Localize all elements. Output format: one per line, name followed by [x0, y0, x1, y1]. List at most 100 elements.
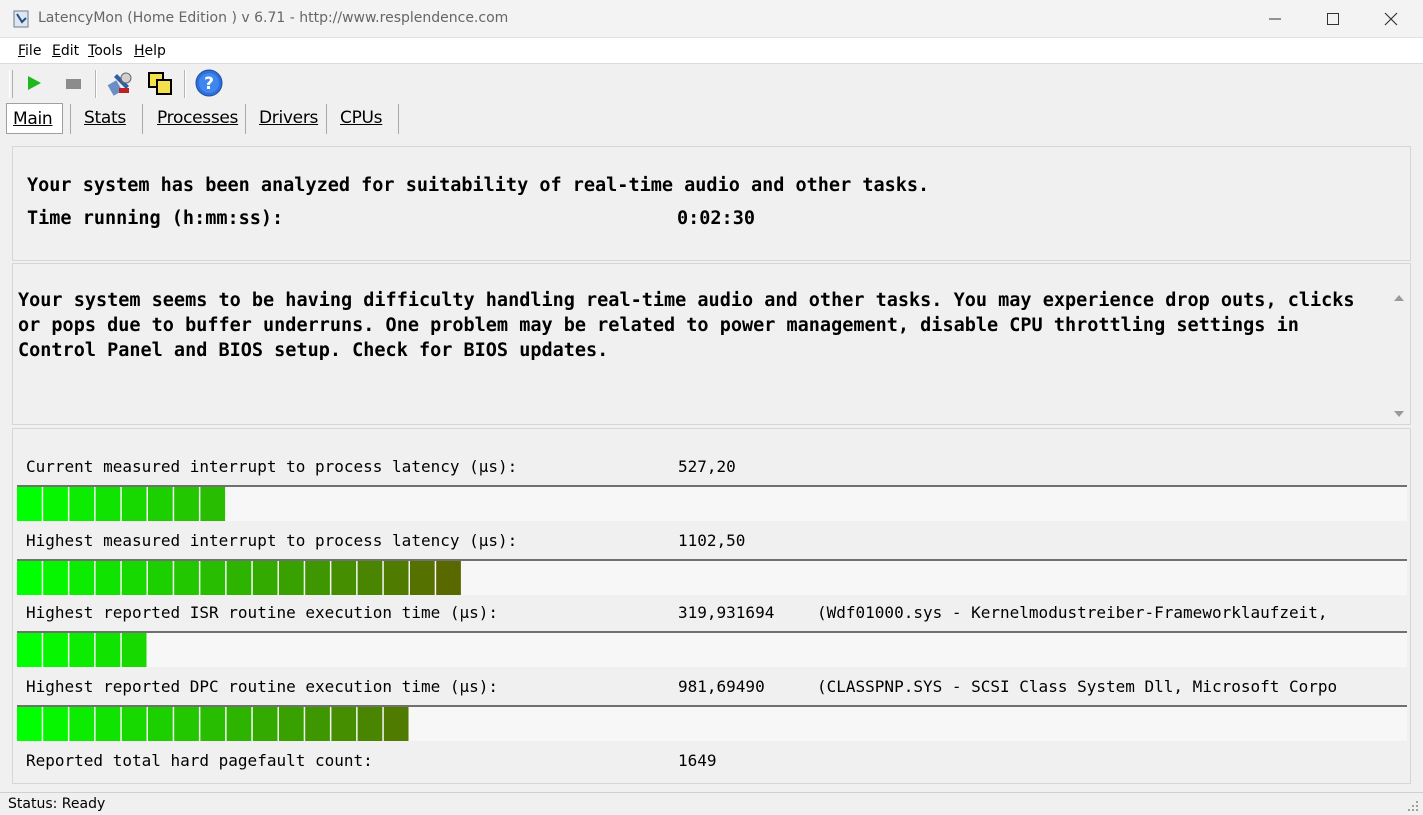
latency-bar	[17, 705, 1407, 741]
stat-value: 1649	[678, 751, 717, 770]
latency-bar-segment	[174, 707, 199, 741]
tab-processes[interactable]: Processes	[157, 102, 238, 134]
tools-icon	[107, 72, 132, 96]
latency-bar-segment	[252, 561, 278, 595]
menu-tools[interactable]: Tools	[88, 43, 123, 59]
latency-bar-segment	[69, 487, 95, 521]
latency-bar-segment	[69, 633, 95, 667]
toolbar-separator	[95, 70, 97, 98]
menu-edit-access: E	[52, 43, 61, 59]
windows-button[interactable]	[146, 68, 176, 98]
help-icon: ?	[195, 69, 223, 97]
latency-bar-segment	[226, 561, 252, 595]
menu-file-access: F	[18, 43, 26, 59]
menu-help-label: elp	[144, 43, 166, 59]
stat-value: 527,20	[678, 457, 736, 476]
latency-bar-segment	[121, 561, 147, 595]
latency-bar-segment	[69, 561, 95, 595]
menu-file-label: ile	[25, 43, 42, 59]
latency-bar-segment	[148, 707, 173, 741]
toolbar: ?	[0, 64, 1423, 102]
start-button[interactable]	[19, 68, 49, 98]
latency-bar-segment	[200, 707, 226, 741]
latency-stats-panel: Current measured interrupt to process la…	[12, 428, 1411, 784]
latency-bar-segment	[279, 707, 304, 741]
maximize-button[interactable]	[1304, 0, 1362, 38]
latency-bar-segment	[331, 707, 357, 741]
tab-drivers[interactable]: Drivers	[259, 102, 318, 134]
latency-bar-segment	[17, 561, 42, 595]
tab-divider	[142, 104, 143, 134]
stat-label: Highest reported ISR routine execution t…	[26, 603, 499, 622]
latency-bar-segment	[43, 561, 68, 595]
latency-bar-segment	[383, 561, 409, 595]
stop-button[interactable]	[58, 68, 88, 98]
menu-edit[interactable]: Edit	[52, 43, 79, 59]
latency-bar-segment	[95, 561, 121, 595]
tab-main[interactable]: Main	[6, 103, 63, 134]
time-running-value: 0:02:30	[677, 208, 755, 229]
latency-bar-segment	[174, 561, 199, 595]
tab-stats[interactable]: Stats	[84, 102, 126, 134]
stat-label: Highest measured interrupt to process la…	[26, 531, 518, 550]
tab-cpus[interactable]: CPUs	[340, 102, 383, 134]
analysis-headline: Your system has been analyzed for suitab…	[27, 175, 930, 196]
latency-bar-segment	[305, 707, 330, 741]
play-icon	[28, 76, 41, 90]
latency-bar-segment	[331, 561, 357, 595]
tab-divider	[398, 104, 399, 134]
tab-bar: Main Stats Processes Drivers CPUs	[0, 102, 1423, 136]
resize-grip-icon[interactable]	[1407, 800, 1419, 812]
maximize-icon	[1327, 13, 1339, 25]
windows-icon	[148, 72, 172, 95]
latency-bar-segment	[200, 487, 226, 521]
close-button[interactable]	[1362, 0, 1420, 38]
tab-divider	[326, 104, 327, 134]
status-bar: Status: Ready	[0, 792, 1423, 815]
stat-label: Reported total hard pagefault count:	[26, 751, 373, 770]
assessment-message: Your system seems to be having difficult…	[18, 290, 1355, 361]
latency-bar	[17, 631, 1407, 667]
latency-bar-segment	[436, 561, 461, 595]
toolbar-grip[interactable]	[9, 70, 13, 98]
latency-bar-segment	[121, 633, 147, 667]
latency-bar-segment	[95, 633, 121, 667]
latency-bar-segment	[200, 561, 226, 595]
latency-bar-segment	[69, 707, 95, 741]
close-icon	[1384, 12, 1398, 26]
tab-divider	[70, 104, 71, 134]
window-title: LatencyMon (Home Edition ) v 6.71 - http…	[38, 10, 509, 26]
stat-value: 981,69490	[678, 677, 765, 696]
latency-bar-segment	[121, 487, 147, 521]
latency-bar-segment	[148, 487, 173, 521]
toolbar-separator	[184, 70, 186, 98]
latency-bar-segment	[148, 561, 173, 595]
stat-label: Current measured interrupt to process la…	[26, 457, 518, 476]
message-scrollbar[interactable]	[1388, 264, 1410, 424]
scroll-arrows-icon	[1394, 295, 1404, 417]
status-text: Status: Ready	[8, 796, 106, 812]
latency-bar-segment	[279, 561, 304, 595]
latency-bar-segment	[17, 487, 42, 521]
latency-bar-segment	[121, 707, 147, 741]
latency-bar-segment	[17, 633, 42, 667]
stat-value: 1102,50	[678, 531, 746, 550]
latency-bar-segment	[252, 707, 278, 741]
latency-bar-segment	[174, 487, 199, 521]
stat-label: Highest reported DPC routine execution t…	[26, 677, 499, 696]
latency-bar-segment	[43, 633, 68, 667]
minimize-icon	[1269, 18, 1281, 20]
stat-driver-info: (CLASSPNP.SYS - SCSI Class System Dll, M…	[817, 677, 1338, 696]
menu-edit-label: dit	[60, 43, 80, 59]
minimize-button[interactable]	[1246, 0, 1304, 38]
menu-help[interactable]: Help	[134, 43, 166, 59]
stop-icon	[66, 79, 81, 89]
menu-file[interactable]: File	[18, 43, 41, 59]
latency-bar-segment	[95, 707, 121, 741]
latency-bar-segment	[43, 707, 68, 741]
help-button[interactable]: ?	[194, 68, 224, 98]
latency-bar-segment	[410, 561, 435, 595]
latency-bar	[17, 485, 1407, 521]
latency-bar-segment	[357, 561, 383, 595]
options-button[interactable]	[105, 68, 135, 98]
